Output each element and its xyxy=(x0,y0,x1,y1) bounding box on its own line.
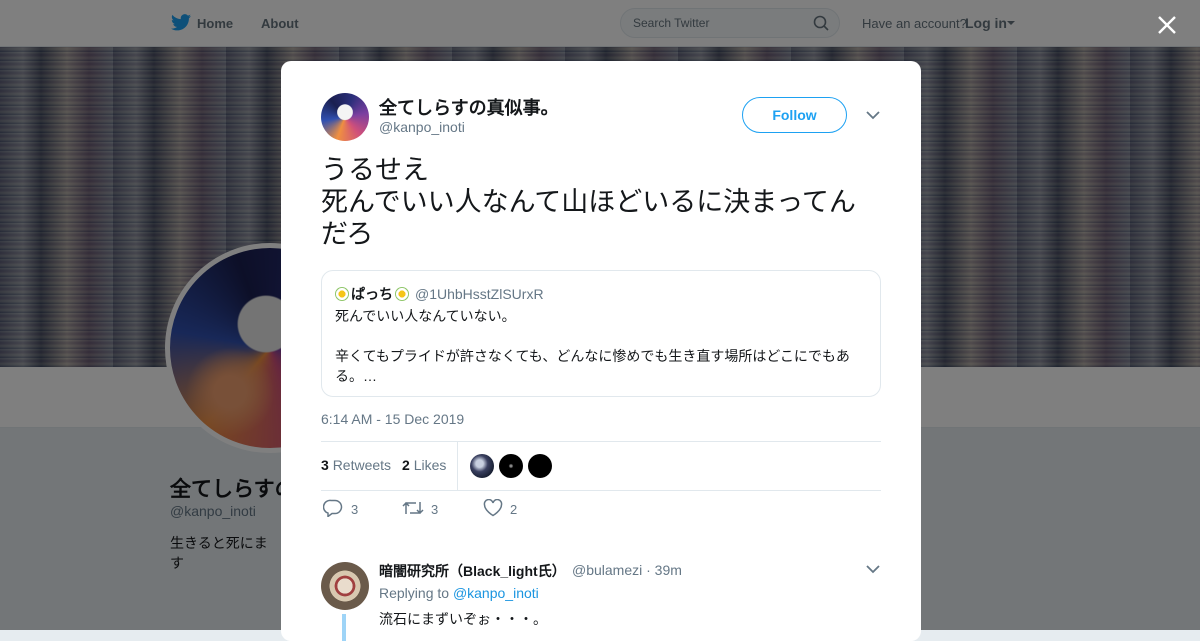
retweets-label: Retweets xyxy=(332,457,392,473)
retweet-icon[interactable] xyxy=(402,499,424,517)
like-count: 2 xyxy=(510,502,518,517)
close-icon[interactable] xyxy=(1156,14,1178,36)
tweet-modal: 全てしらすの真似事。 @kanpo_inoti Follow うるせえ 死んでい… xyxy=(281,61,921,641)
retweets-stat[interactable]: 3 Retweets xyxy=(321,457,391,473)
tweet-stats: 3 Retweets 2 Likes xyxy=(321,441,881,491)
reply-icon[interactable] xyxy=(323,499,343,517)
author-avatar[interactable] xyxy=(321,93,369,141)
reply-text: 流石にまずいぞぉ・・・。 xyxy=(379,611,547,627)
flower-emoji-icon xyxy=(335,287,349,301)
author-handle[interactable]: @kanpo_inoti xyxy=(379,119,465,135)
likes-count: 2 xyxy=(402,457,410,473)
replying-prefix: Replying to xyxy=(379,585,450,601)
chevron-down-icon[interactable] xyxy=(865,110,881,120)
tweet-timestamp[interactable]: 6:14 AM - 15 Dec 2019 xyxy=(321,411,464,427)
reply-author-avatar[interactable] xyxy=(321,562,369,610)
retweets-count: 3 xyxy=(321,457,329,473)
likes-label: Likes xyxy=(413,457,447,473)
quoted-tweet-text: 死んでいい人なんていない。 辛くてもプライドが許さなくても、どんなに惨めでも生き… xyxy=(335,308,850,384)
replying-to-link[interactable]: @kanpo_inoti xyxy=(453,585,539,601)
replying-to: Replying to @kanpo_inoti xyxy=(379,585,539,601)
quoted-tweet[interactable]: ぱっち @1UhbHsstZlSUrxR 死んでいい人なんていない。 辛くてもプラ… xyxy=(321,270,881,397)
heart-icon[interactable] xyxy=(483,499,503,517)
reply-author-name[interactable]: 暗闇研究所（Black_light氏） xyxy=(379,561,566,581)
follow-button[interactable]: Follow xyxy=(742,97,847,133)
quoted-author-name: ぱっち xyxy=(351,286,393,302)
likes-stat[interactable]: 2 Likes xyxy=(402,457,446,473)
quoted-author-handle: @1UhbHsstZlSUrxR xyxy=(415,286,544,302)
reply-thread-line xyxy=(342,614,346,641)
liker-avatar[interactable] xyxy=(528,454,552,478)
retweet-count: 3 xyxy=(431,502,439,517)
quoted-tweet-header: ぱっち @1UhbHsstZlSUrxR xyxy=(335,284,544,304)
reply-count: 3 xyxy=(351,502,359,517)
liker-avatar[interactable] xyxy=(470,454,494,478)
chevron-down-icon[interactable] xyxy=(865,564,881,574)
author-name[interactable]: 全てしらすの真似事。 xyxy=(379,94,559,120)
tweet-text: うるせえ 死んでいい人なんて山ほどいるに決まってんだろ xyxy=(321,155,856,249)
stats-divider xyxy=(457,442,458,490)
tweet-actions: 3 3 2 xyxy=(321,499,881,521)
reply-author-meta[interactable]: @bulamezi · 39m xyxy=(572,562,682,578)
flower-emoji-icon xyxy=(395,287,409,301)
liker-avatar[interactable] xyxy=(499,454,523,478)
